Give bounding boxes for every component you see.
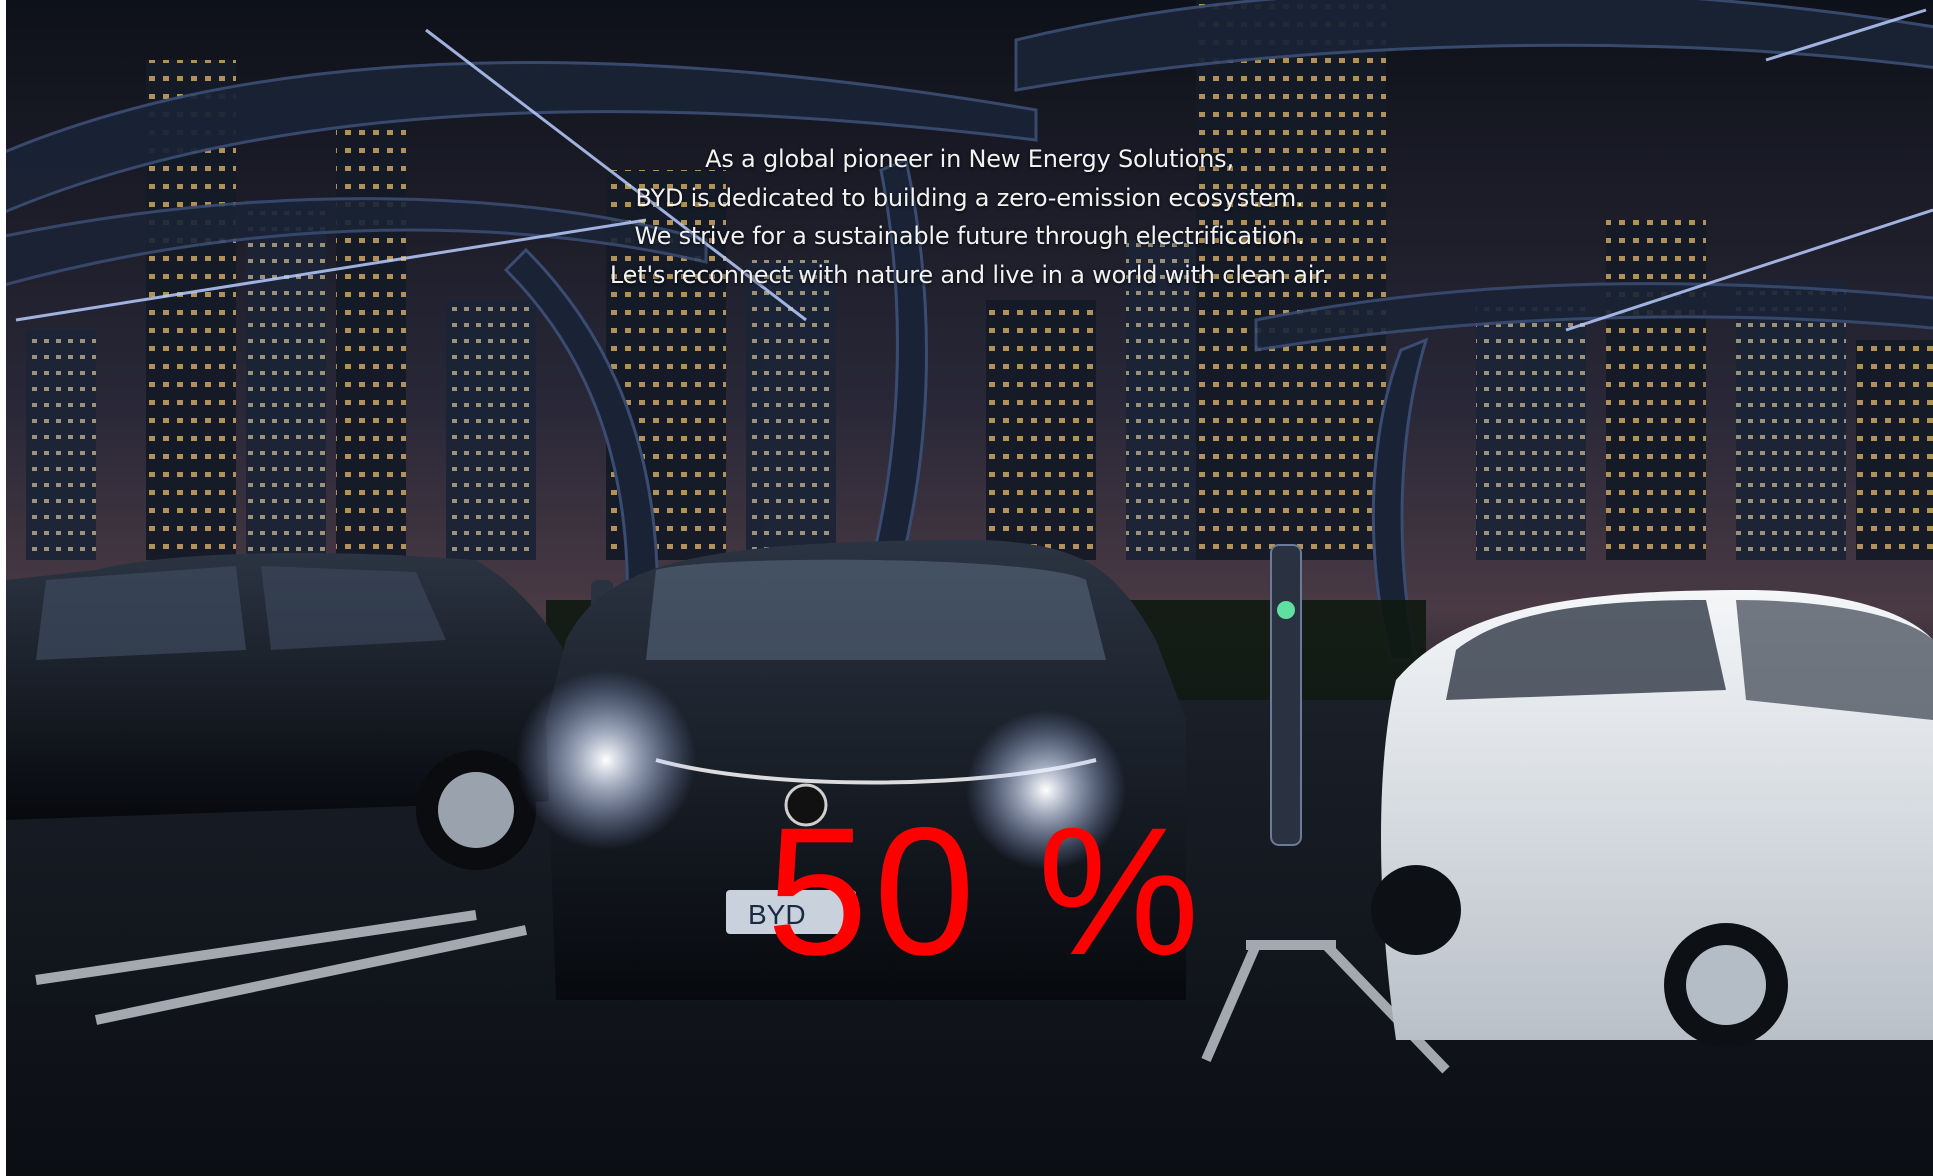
intro-line-3: We strive for a sustainable future throu… (634, 222, 1305, 250)
intro-line-2: BYD is dedicated to building a zero-emis… (635, 183, 1304, 212)
intro-line-1: As a global pioneer in New Energy Soluti… (705, 145, 1234, 173)
intro-statement: As a global pioneer in New Energy Soluti… (6, 140, 1933, 294)
intro-line-4: Let's reconnect with nature and live in … (609, 260, 1330, 289)
hero-stage: BYD As a global pioneer in New Energy So… (6, 0, 1933, 1176)
loading-progress-percent: 50 % (766, 789, 1206, 993)
right-white-car (1371, 590, 1933, 1047)
